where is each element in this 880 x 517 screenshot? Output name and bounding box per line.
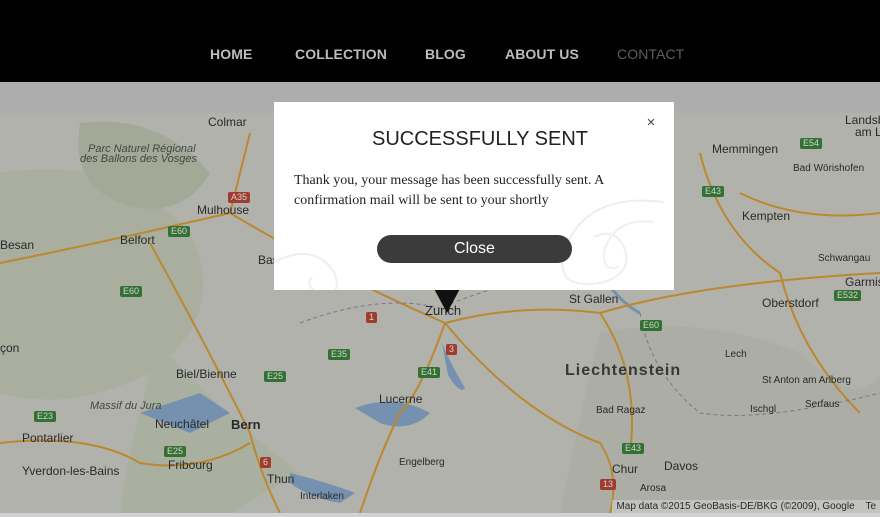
nav-home[interactable]: HOME xyxy=(210,46,252,62)
modal-message: Thank you, your message has been success… xyxy=(294,173,604,208)
site-header: HOME COLLECTION BLOG ABOUT US CONTACT xyxy=(0,0,880,82)
success-modal: SUCCESSFULLY SENT × Thank you, your mess… xyxy=(274,102,674,290)
close-button[interactable]: Close xyxy=(377,235,572,263)
nav-contact[interactable]: CONTACT xyxy=(617,46,684,62)
nav-about-us[interactable]: ABOUT US xyxy=(505,46,579,62)
nav-collection[interactable]: COLLECTION xyxy=(295,46,387,62)
modal-title: SUCCESSFULLY SENT xyxy=(372,128,588,150)
main-nav: HOME COLLECTION BLOG ABOUT US CONTACT xyxy=(0,46,880,66)
swirl-decoration-left xyxy=(274,253,338,290)
nav-blog[interactable]: BLOG xyxy=(425,46,466,62)
close-icon[interactable]: × xyxy=(644,115,658,130)
